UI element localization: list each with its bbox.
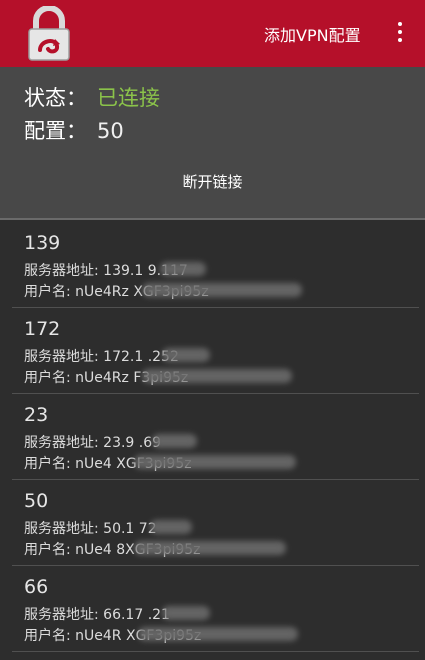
status-value: 已连接: [97, 86, 160, 110]
server-name: 50: [24, 490, 49, 512]
server-address: 服务器地址: 50.1 72: [24, 521, 157, 537]
server-address: 服务器地址: 172.1 .252: [24, 349, 179, 365]
server-address: 服务器地址: 23.9 .69: [24, 435, 162, 451]
redaction-blur: [152, 434, 197, 448]
config-value: 50: [97, 119, 124, 143]
server-item[interactable]: 50 服务器地址: 50.1 72 用户名: nUe4 8XGF3pi95z: [12, 480, 419, 566]
server-item[interactable]: 66 服务器地址: 66.17 .21 用户名: nUe4R XGF3pi95z: [12, 566, 419, 652]
redaction-blur: [142, 369, 292, 383]
lock-logo-icon: [28, 6, 70, 61]
more-vert-icon[interactable]: [388, 18, 412, 48]
redaction-blur: [162, 606, 210, 620]
app-toolbar: 添加VPN配置: [0, 0, 425, 67]
server-name: 23: [24, 404, 49, 426]
server-list: 139 服务器地址: 139.1 9.117 用户名: nUe4Rz XGF3p…: [0, 222, 425, 660]
server-item[interactable]: 172 服务器地址: 172.1 .252 用户名: nUe4Rz F3pi95…: [12, 308, 419, 394]
redaction-blur: [160, 262, 206, 276]
redaction-blur: [150, 520, 192, 534]
add-vpn-config-button[interactable]: 添加VPN配置: [264, 22, 361, 46]
status-label: 状态：: [24, 86, 87, 110]
config-label: 配置：: [24, 119, 87, 143]
redaction-blur: [134, 541, 286, 555]
server-name: 139: [24, 232, 61, 254]
redaction-blur: [162, 348, 210, 362]
server-item[interactable]: 139 服务器地址: 139.1 9.117 用户名: nUe4Rz XGF3p…: [12, 222, 419, 308]
server-name: 66: [24, 576, 49, 598]
connection-status-panel: 状态： 已连接 配置： 50 断开链接: [0, 67, 425, 220]
redaction-blur: [138, 627, 298, 641]
status-row: 状态： 已连接: [24, 82, 160, 112]
disconnect-button[interactable]: 断开链接: [0, 162, 425, 202]
server-item[interactable]: 23 服务器地址: 23.9 .69 用户名: nUe4 XGF3pi95z: [12, 394, 419, 480]
redaction-blur: [142, 283, 302, 297]
server-address: 服务器地址: 66.17 .21: [24, 607, 170, 623]
server-name: 172: [24, 318, 61, 340]
config-row: 配置： 50: [24, 115, 124, 145]
redaction-blur: [134, 455, 296, 469]
